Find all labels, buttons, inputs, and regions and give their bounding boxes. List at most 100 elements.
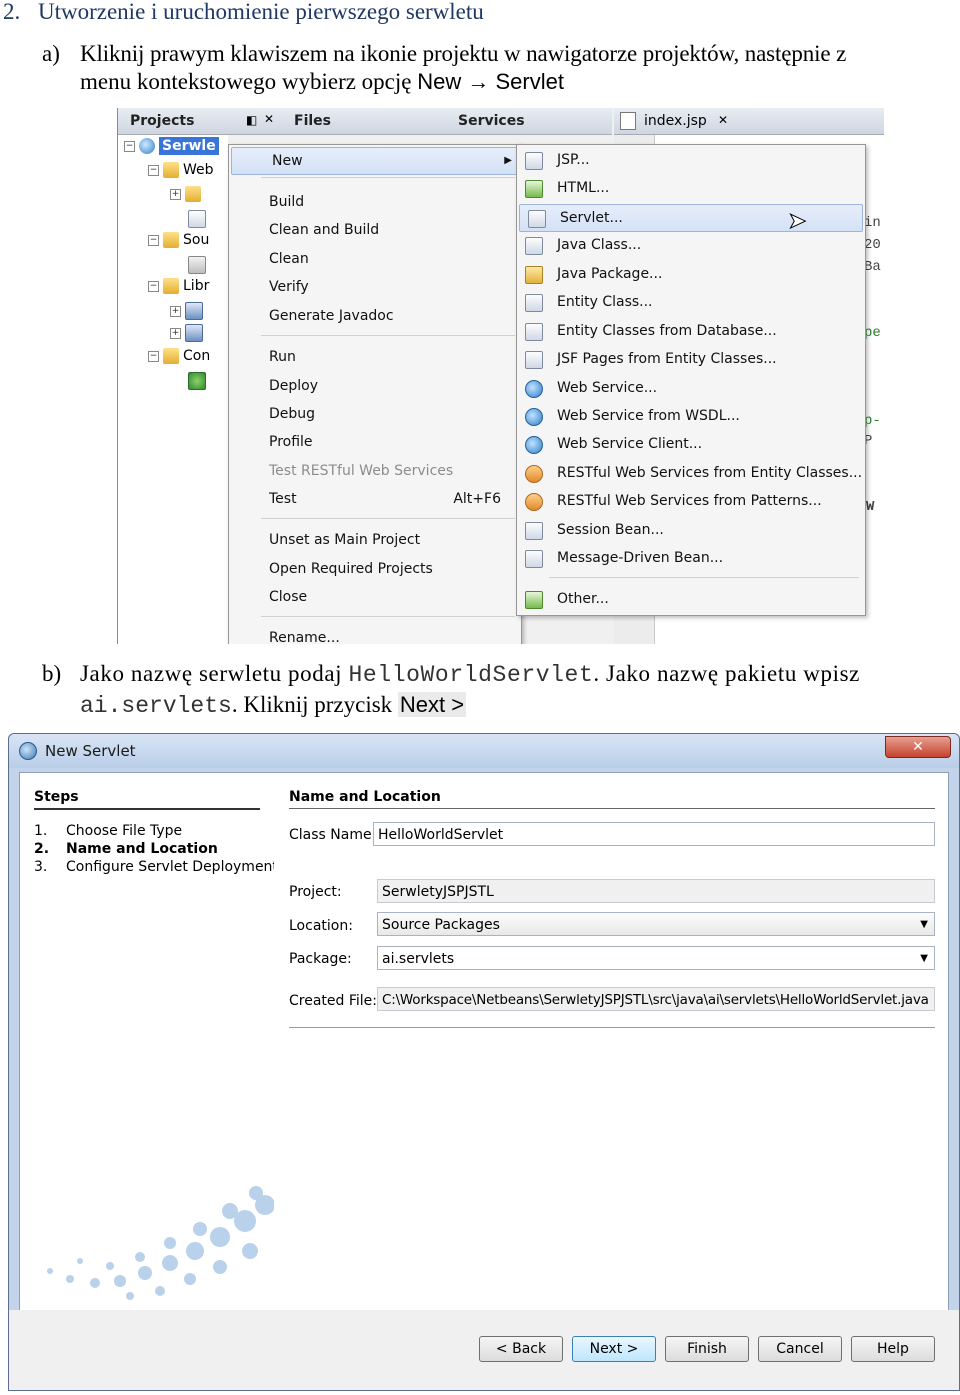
- tree-collapse-icon[interactable]: −: [148, 164, 159, 176]
- html-icon: [525, 180, 543, 198]
- form-bottom-divider: [289, 1027, 935, 1028]
- tab-projects[interactable]: Projects: [130, 113, 194, 129]
- menu-item-build[interactable]: Build: [229, 189, 521, 215]
- tree-row[interactable]: − Con: [148, 348, 210, 364]
- menu-item-clean-and-build[interactable]: Clean and Build: [229, 217, 521, 243]
- back-button[interactable]: < Back: [479, 1336, 563, 1362]
- submenu-item-jsp[interactable]: JSP...: [517, 147, 865, 173]
- java-package-icon: [525, 266, 543, 284]
- menu-item-deploy[interactable]: Deploy: [229, 373, 521, 399]
- projects-tabbar: Projects ◧ ✕ Files Services: [118, 108, 612, 135]
- tab-services[interactable]: Services: [458, 113, 525, 129]
- tree-expand-icon[interactable]: +: [170, 327, 181, 339]
- minimize-icon[interactable]: ◧: [246, 113, 257, 127]
- menu-item-label: Debug: [269, 406, 316, 422]
- submenu-item-restful-entity[interactable]: RESTful Web Services from Entity Classes…: [517, 460, 865, 486]
- submenu-item-message-driven-bean[interactable]: Message-Driven Bean...: [517, 545, 865, 571]
- tree-row[interactable]: [188, 210, 210, 228]
- steps-underline: [34, 808, 260, 810]
- class-name-input[interactable]: HelloWorldServlet: [373, 822, 935, 846]
- submenu-item-html[interactable]: HTML...: [517, 175, 865, 201]
- tab-index-jsp[interactable]: index.jsp: [644, 113, 707, 129]
- submenu-item-entity-class[interactable]: Entity Class...: [517, 289, 865, 315]
- dialog-title: New Servlet: [45, 742, 136, 760]
- cancel-button[interactable]: Cancel: [758, 1336, 842, 1362]
- chevron-down-icon[interactable]: ▼: [920, 947, 928, 969]
- finish-button[interactable]: Finish: [665, 1336, 749, 1362]
- tree-row[interactable]: − Libr: [148, 278, 209, 294]
- submenu-item-restful-patterns[interactable]: RESTful Web Services from Patterns...: [517, 488, 865, 514]
- tree-collapse-icon[interactable]: −: [148, 350, 159, 362]
- section-heading: Name and Location: [289, 789, 441, 805]
- session-bean-icon: [525, 522, 543, 540]
- other-icon: [525, 591, 543, 609]
- step-number: 2.: [34, 841, 50, 857]
- submenu-item-jsf-pages[interactable]: JSF Pages from Entity Classes...: [517, 346, 865, 372]
- new-servlet-dialog: New Servlet ✕ Steps 1. Choose File Type 2…: [8, 733, 960, 1391]
- servlet-icon: [528, 210, 546, 228]
- menu-item-clean[interactable]: Clean: [229, 246, 521, 272]
- menu-separator: [261, 177, 515, 178]
- package-icon: [188, 256, 206, 274]
- dialog-titlebar[interactable]: New Servlet ✕: [9, 734, 959, 768]
- submenu-item-entity-classes-db[interactable]: Entity Classes from Database...: [517, 318, 865, 344]
- menu-item-new[interactable]: New ▶: [231, 147, 519, 175]
- tree-row[interactable]: [188, 256, 210, 274]
- tab-files[interactable]: Files: [294, 113, 331, 129]
- submenu-item-other[interactable]: Other...: [517, 586, 865, 612]
- tree-row[interactable]: − Web: [148, 162, 214, 178]
- menu-item-verify[interactable]: Verify: [229, 274, 521, 300]
- submenu-item-java-package[interactable]: Java Package...: [517, 261, 865, 287]
- close-editor-tab-icon[interactable]: ✕: [718, 113, 728, 127]
- menu-item-run[interactable]: Run: [229, 344, 521, 370]
- menu-item-profile[interactable]: Profile: [229, 429, 521, 455]
- jsp-icon: [525, 152, 543, 170]
- tree-expand-icon[interactable]: +: [170, 188, 181, 200]
- submenu-item-session-bean[interactable]: Session Bean...: [517, 517, 865, 543]
- tree-collapse-icon[interactable]: −: [148, 280, 159, 292]
- tree-collapse-icon[interactable]: −: [124, 140, 135, 152]
- submenu-item-web-service-wsdl[interactable]: Web Service from WSDL...: [517, 403, 865, 429]
- package-combo[interactable]: ai.servlets ▼: [377, 946, 935, 970]
- entity-db-icon: [525, 323, 543, 341]
- location-select[interactable]: Source Packages ▼: [377, 912, 935, 936]
- created-file-field: C:\Workspace\Netbeans\SerwletyJSPJSTL\sr…: [377, 987, 935, 1011]
- jsf-icon: [525, 351, 543, 369]
- tree-row[interactable]: +: [170, 186, 205, 202]
- menu-item-label: Run: [269, 349, 296, 365]
- menu-item-label: Java Package...: [557, 266, 663, 282]
- entity-class-icon: [525, 294, 543, 312]
- menu-item-test[interactable]: Test Alt+F6: [229, 486, 521, 512]
- submenu-item-web-service[interactable]: Web Service...: [517, 375, 865, 401]
- next-button[interactable]: Next >: [572, 1336, 656, 1362]
- close-tab-icon[interactable]: ✕: [264, 112, 274, 126]
- shortcut-label: Alt+F6: [453, 491, 501, 507]
- tree-label: Serwle: [159, 137, 219, 155]
- menu-item-label: JSF Pages from Entity Classes...: [557, 351, 777, 367]
- tree-row[interactable]: [188, 372, 210, 390]
- step-label: Configure Servlet Deployment: [66, 859, 274, 875]
- menu-item-open-required-projects[interactable]: Open Required Projects: [229, 556, 521, 582]
- menu-item-unset-main-project[interactable]: Unset as Main Project: [229, 527, 521, 553]
- close-icon[interactable]: ✕: [885, 736, 951, 758]
- config-file-icon: [188, 210, 206, 228]
- tree-row[interactable]: +: [170, 324, 207, 342]
- project-label: Project:: [289, 884, 342, 900]
- help-button[interactable]: Help: [851, 1336, 935, 1362]
- tree-row-project[interactable]: − Serwle: [124, 137, 219, 155]
- menu-item-debug[interactable]: Debug: [229, 401, 521, 427]
- menu-item-rename[interactable]: Rename...: [229, 625, 521, 644]
- library-folder-icon: [163, 278, 179, 294]
- submenu-item-servlet[interactable]: Servlet... ➤: [519, 204, 863, 235]
- chevron-down-icon[interactable]: ▼: [920, 913, 928, 935]
- tree-expand-icon[interactable]: +: [170, 305, 181, 317]
- tree-row[interactable]: +: [170, 302, 207, 320]
- menu-item-close[interactable]: Close: [229, 584, 521, 610]
- tree-row[interactable]: − Sou: [148, 232, 209, 248]
- tree-collapse-icon[interactable]: −: [148, 234, 159, 246]
- jsp-file-icon: [620, 112, 636, 130]
- menu-item-generate-javadoc[interactable]: Generate Javadoc: [229, 303, 521, 329]
- submenu-item-web-service-client[interactable]: Web Service Client...: [517, 431, 865, 457]
- item-b-text-mid: . Jako nazwę pakietu wpisz: [593, 661, 860, 686]
- submenu-item-java-class[interactable]: Java Class...: [517, 232, 865, 258]
